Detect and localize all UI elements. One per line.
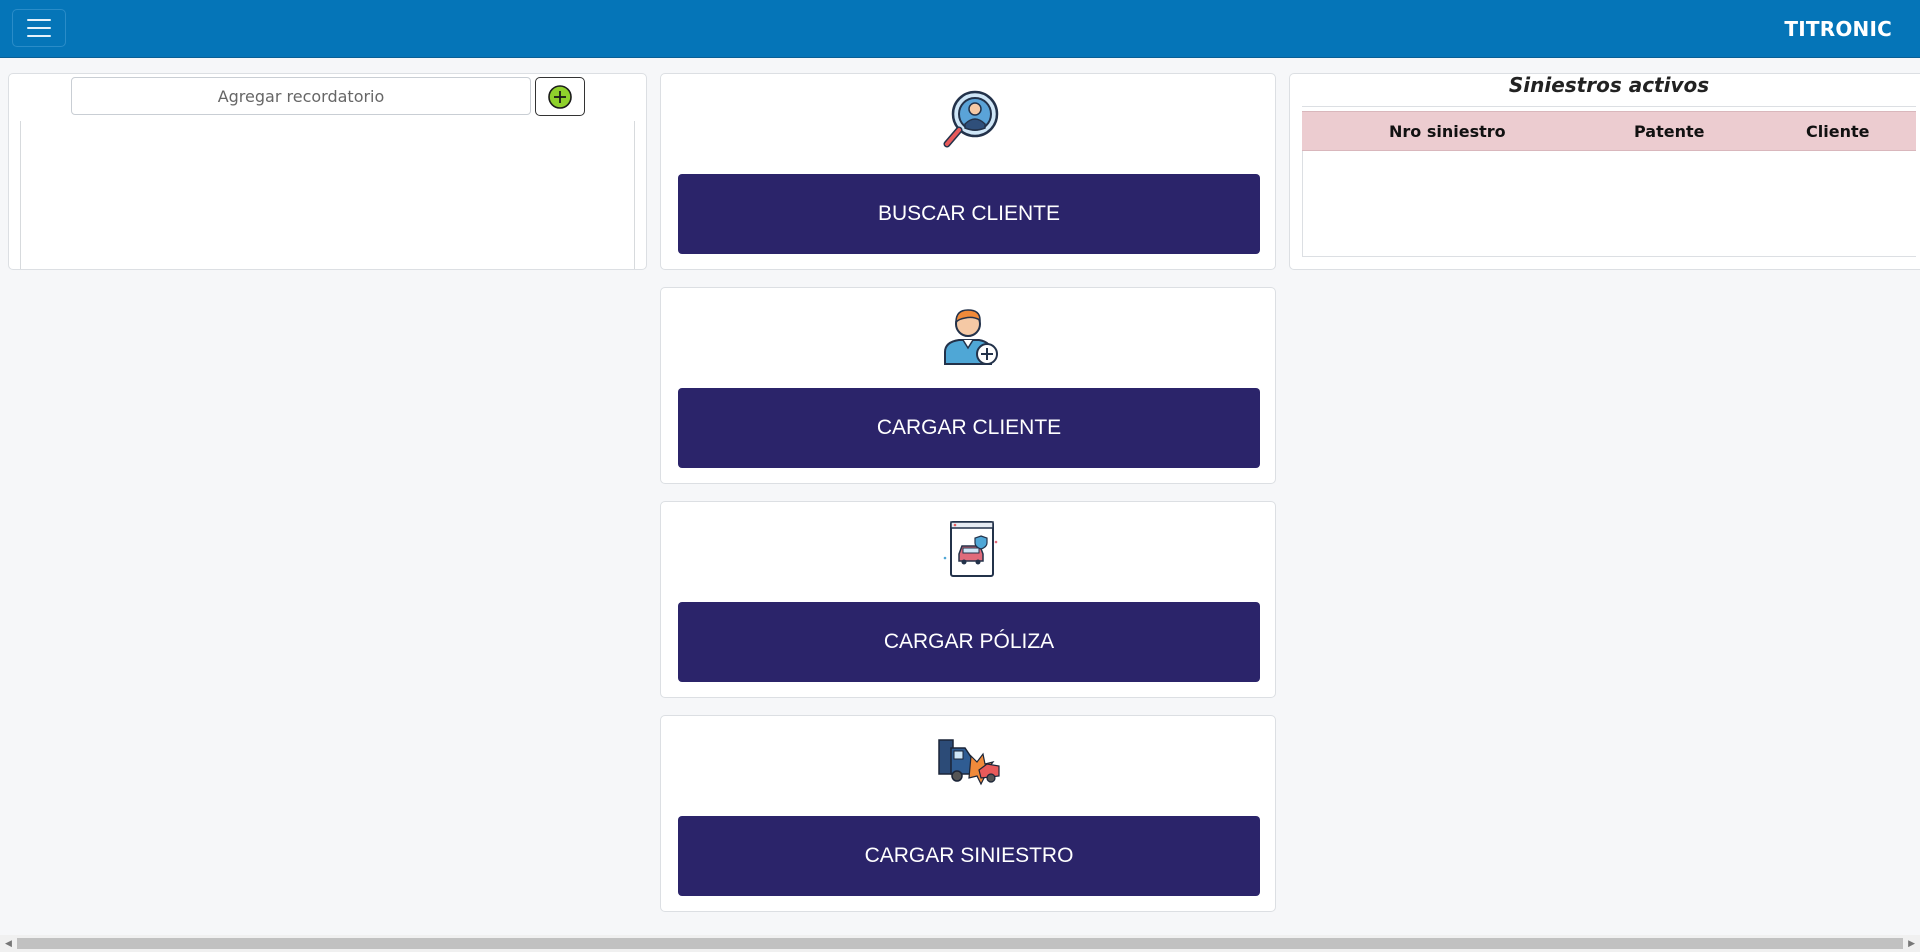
active-claims-title: Siniestros activos [1508,73,1710,97]
plus-circle-icon [548,84,572,109]
search-client-button[interactable]: BUSCAR CLIENTE [678,174,1260,254]
column-header[interactable]: Nro siniestro [1389,122,1506,141]
search-client-card: BUSCAR CLIENTE [660,73,1276,270]
car-policy-icon [943,521,998,577]
top-navbar: TITRONIC [0,0,1920,58]
add-user-icon [944,309,998,365]
search-client-icon [943,90,999,148]
add-claim-card: CARGAR SINIESTRO [660,715,1276,912]
horizontal-scrollbar[interactable]: ◀ ▶ [0,935,1920,952]
brand-title[interactable]: TITRONIC [1784,17,1892,41]
reminder-input[interactable] [71,77,531,115]
add-policy-button[interactable]: CARGAR PÓLIZA [678,602,1260,682]
add-client-button[interactable]: CARGAR CLIENTE [678,388,1260,468]
reminder-list [20,121,635,269]
car-crash-icon [938,739,1000,786]
add-client-card: CARGAR CLIENTE [660,287,1276,484]
claims-table-body [1302,151,1916,257]
divider [1302,106,1916,107]
add-policy-card: CARGAR PÓLIZA [660,501,1276,698]
column-header[interactable]: Cliente [1806,122,1869,141]
scroll-right-icon[interactable]: ▶ [1908,938,1915,949]
add-claim-button[interactable]: CARGAR SINIESTRO [678,816,1260,896]
hamburger-icon[interactable] [12,9,66,47]
scroll-left-icon[interactable]: ◀ [5,938,12,949]
claims-table-header: Nro siniestro Patente Cliente [1302,111,1916,151]
column-header[interactable]: Patente [1634,122,1704,141]
scrollbar-thumb[interactable] [17,938,1903,949]
add-reminder-button[interactable] [535,77,585,116]
